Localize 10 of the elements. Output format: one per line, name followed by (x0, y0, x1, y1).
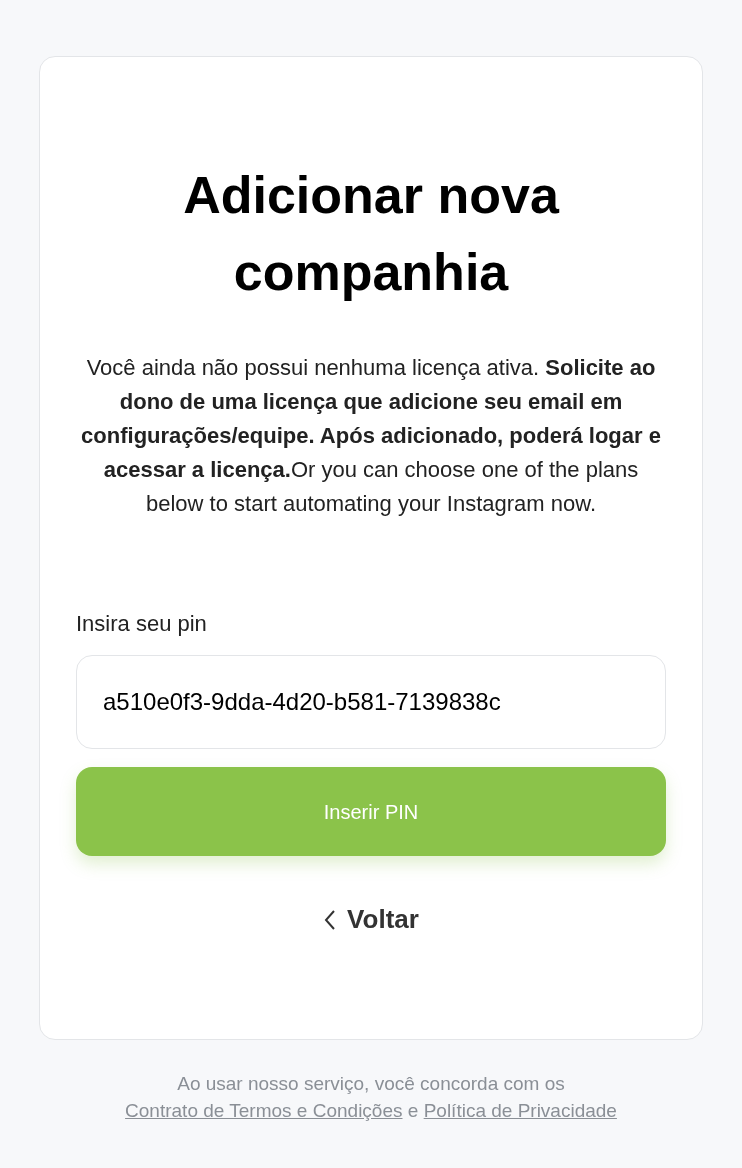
terms-link[interactable]: Contrato de Termos e Condições (125, 1100, 403, 1121)
pin-label: Insira seu pin (76, 610, 208, 638)
description-text: Você ainda não possui nenhuma licença ativa. Solicite ao dono de uma licença que adicione seu email em configurações/equipe. Após adicionado, poderá logar e acessar a licença.Or you can choose one of the plans below to start automating your Instagram now. (80, 354, 662, 518)
page-title: Adicionar nova companhia (182, 165, 561, 303)
footer-text: Ao usar nosso serviço, você concorda com os Contrato de Termos e Condições e Política de Privacidade (124, 1072, 618, 1123)
insert-pin-button[interactable]: Inserir PIN (76, 767, 666, 856)
pin-field[interactable]: a510e0f3-9dda-4d20-b581-7139838c (76, 655, 666, 749)
chevron-left-icon (323, 908, 338, 931)
back-link[interactable]: Voltar (323, 900, 419, 939)
privacy-link[interactable]: Política de Privacidade (423, 1100, 617, 1121)
